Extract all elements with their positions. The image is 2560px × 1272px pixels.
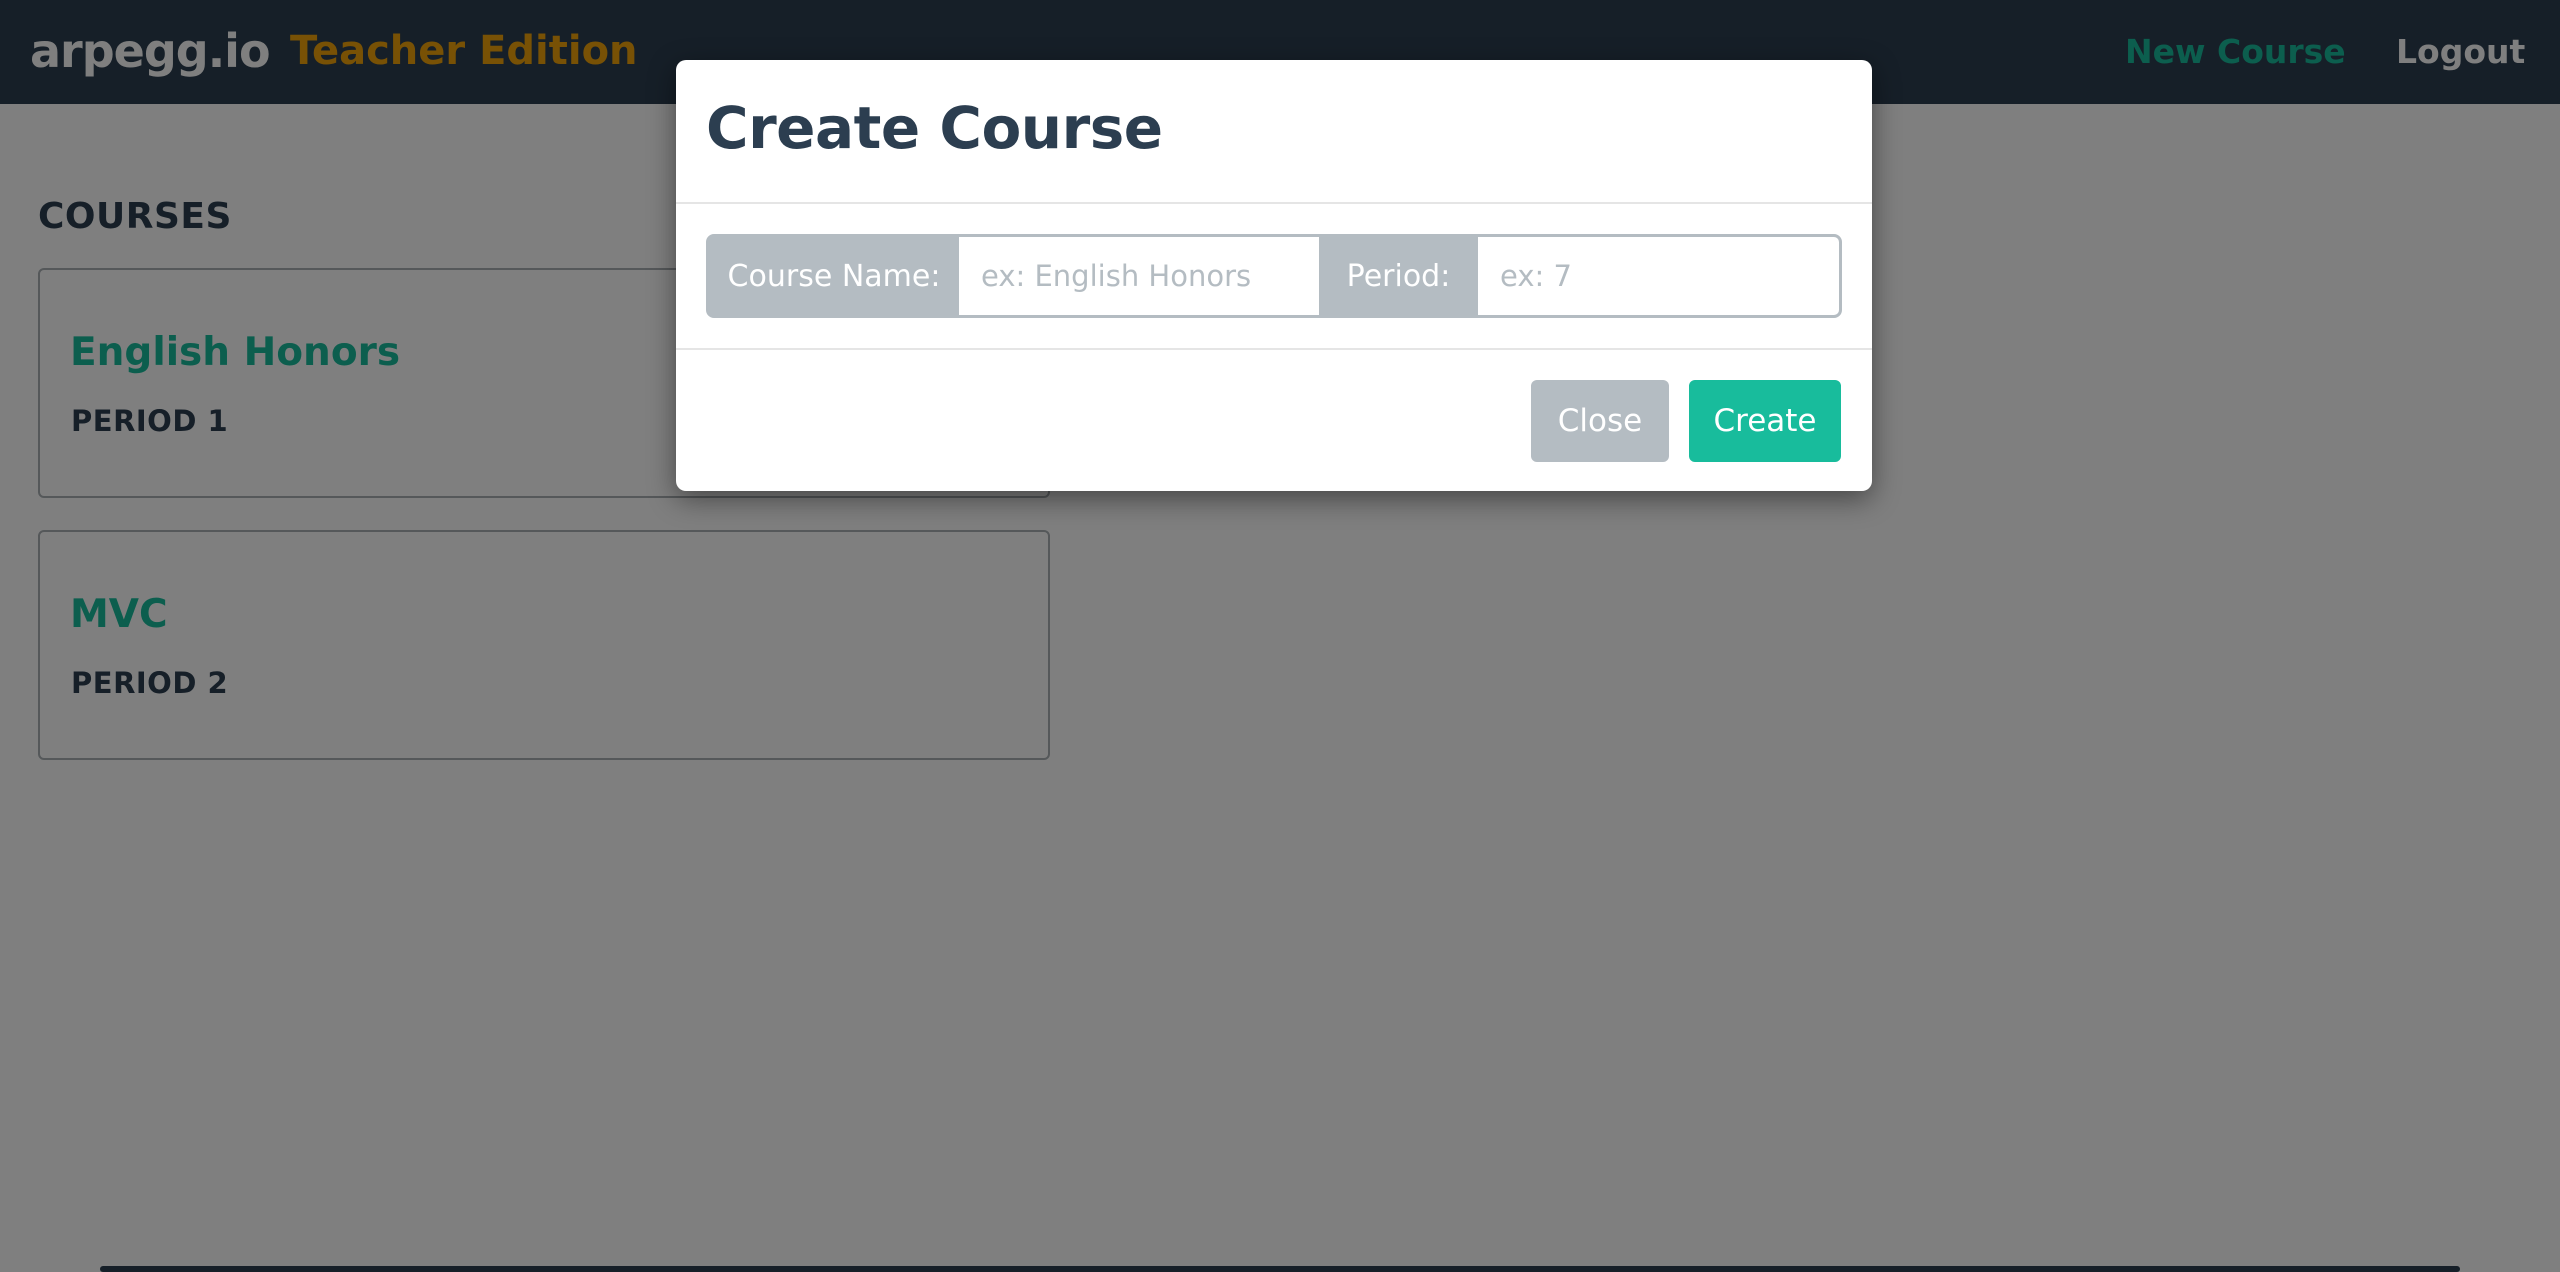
modal-footer-divider bbox=[676, 348, 1872, 350]
period-label: Period: bbox=[1319, 237, 1478, 315]
course-input-group: Course Name: Period: bbox=[706, 234, 1842, 318]
course-name-input[interactable] bbox=[959, 237, 1319, 315]
modal-title: Create Course bbox=[706, 94, 1163, 162]
create-button[interactable]: Create bbox=[1689, 380, 1841, 462]
close-button[interactable]: Close bbox=[1531, 380, 1669, 462]
modal-header-divider bbox=[676, 202, 1872, 204]
create-course-modal: Create Course Course Name: Period: Close… bbox=[676, 60, 1872, 491]
course-name-label: Course Name: bbox=[709, 237, 959, 315]
period-input[interactable] bbox=[1478, 237, 1839, 315]
